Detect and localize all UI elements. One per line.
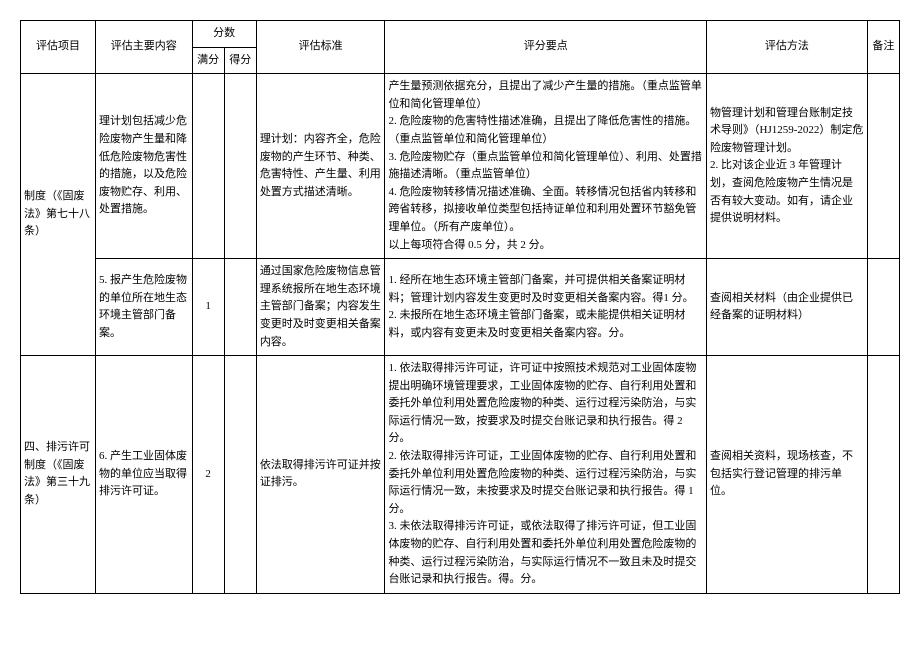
cell-project: 四、排污许可制度（《固废法》第三十九条） — [21, 356, 96, 594]
table-row: 制度（《固废法》第七十八条） 理计划包括减少危险废物产生量和降低危险废物危害性的… — [21, 74, 900, 259]
cell-note — [867, 74, 899, 259]
cell-project: 制度（《固废法》第七十八条） — [21, 74, 96, 356]
cell-content: 理计划包括减少危险废物产生量和降低危险废物危害性的措施，以及危险废物贮存、利用、… — [96, 74, 192, 259]
header-project: 评估项目 — [21, 21, 96, 74]
cell-full: 2 — [192, 356, 224, 594]
cell-standard: 通过国家危险废物信息管理系统报所在地生态环境主管部门备案；内容发生变更时及时变更… — [256, 259, 385, 356]
cell-got — [224, 356, 256, 594]
header-method: 评估方法 — [707, 21, 868, 74]
header-content: 评估主要内容 — [96, 21, 192, 74]
cell-standard: 依法取得排污许可证并按证排污。 — [256, 356, 385, 594]
cell-standard: 理计划：内容齐全，危险废物的产生环节、种类、危害特性、产生量、利用处置方式描述清… — [256, 74, 385, 259]
cell-points: 1. 经所在地生态环境主管部门备案，并可提供相关备案证明材料；管理计划内容发生变… — [385, 259, 707, 356]
cell-got — [224, 74, 256, 259]
cell-method: 查阅相关资料，现场核查，不包括实行登记管理的排污单位。 — [707, 356, 868, 594]
cell-got — [224, 259, 256, 356]
cell-content: 5. 报产生危险废物的单位所在地生态环境主管部门备案。 — [96, 259, 192, 356]
header-standard: 评估标准 — [256, 21, 385, 74]
header-score: 分数 — [192, 21, 256, 48]
cell-points: 1. 依法取得排污许可证，许可证中按照技术规范对工业固体废物提出明确环境管理要求… — [385, 356, 707, 594]
cell-method: 查阅相关材料（由企业提供已经备案的证明材料） — [707, 259, 868, 356]
cell-method: 物管理计划和管理台账制定技术导则》（HJ1259-2022）制定危险废物管理计划… — [707, 74, 868, 259]
assessment-table: 评估项目 评估主要内容 分数 评估标准 评分要点 评估方法 备注 满分 得分 制… — [20, 20, 900, 594]
header-points: 评分要点 — [385, 21, 707, 74]
cell-full — [192, 74, 224, 259]
cell-content: 6. 产生工业固体废物的单位应当取得排污许可证。 — [96, 356, 192, 594]
cell-note — [867, 356, 899, 594]
header-note: 备注 — [867, 21, 899, 74]
cell-note — [867, 259, 899, 356]
header-row-1: 评估项目 评估主要内容 分数 评估标准 评分要点 评估方法 备注 — [21, 21, 900, 48]
header-got: 得分 — [224, 47, 256, 74]
table-row: 5. 报产生危险废物的单位所在地生态环境主管部门备案。 1 通过国家危险废物信息… — [21, 259, 900, 356]
table-row: 四、排污许可制度（《固废法》第三十九条） 6. 产生工业固体废物的单位应当取得排… — [21, 356, 900, 594]
header-full: 满分 — [192, 47, 224, 74]
cell-full: 1 — [192, 259, 224, 356]
cell-points: 产生量预测依据充分，且提出了减少产生量的措施。（重点监管单位和简化管理单位）2.… — [385, 74, 707, 259]
